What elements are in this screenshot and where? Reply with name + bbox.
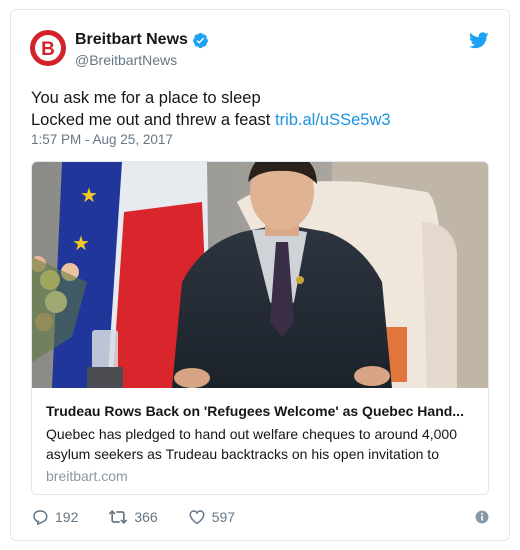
retweet-button[interactable]: 366 xyxy=(108,508,158,526)
like-count: 597 xyxy=(211,509,236,525)
svg-text:★: ★ xyxy=(72,231,90,255)
tweet-link[interactable]: trib.al/uSSe5w3 xyxy=(275,111,391,129)
tweet-line-1: You ask me for a place to sleep xyxy=(31,89,261,107)
tweet-embed: B Breitbart News @BreitbartNews You ask … xyxy=(10,9,510,541)
like-button[interactable]: 597 xyxy=(188,508,235,526)
author-name-row[interactable]: Breitbart News xyxy=(75,31,209,49)
twitter-bird-icon[interactable] xyxy=(469,32,489,54)
svg-text:★: ★ xyxy=(80,183,98,207)
action-bar: 192 366 597 xyxy=(31,508,265,526)
tweet-text: You ask me for a place to sleep Locked m… xyxy=(31,87,491,131)
like-icon xyxy=(189,510,205,525)
retweet-icon xyxy=(109,509,128,525)
reply-count: 192 xyxy=(55,509,79,525)
link-card[interactable]: ★ ★ Trudeau Rows Back on 'Refugees Welco… xyxy=(31,161,489,495)
retweet-count: 366 xyxy=(134,509,158,525)
handle[interactable]: @BreitbartNews xyxy=(75,52,177,68)
timestamp[interactable]: 1:57 PM - Aug 25, 2017 xyxy=(31,132,173,147)
verified-badge-icon xyxy=(192,32,209,49)
reply-button[interactable]: 192 xyxy=(31,508,78,526)
card-title[interactable]: Trudeau Rows Back on 'Refugees Welcome' … xyxy=(46,402,478,420)
tweet-line-2-text: Locked me out and threw a feast xyxy=(31,111,275,129)
display-name[interactable]: Breitbart News xyxy=(75,31,188,49)
info-icon[interactable] xyxy=(475,510,489,529)
avatar-letter: B xyxy=(41,39,55,60)
card-domain: breitbart.com xyxy=(46,468,128,484)
card-description: Quebec has pledged to hand out welfare c… xyxy=(46,426,457,462)
avatar[interactable]: B xyxy=(30,30,66,66)
card-body[interactable]: Trudeau Rows Back on 'Refugees Welcome' … xyxy=(46,402,478,484)
tweet-line-2: Locked me out and threw a feast trib.al/… xyxy=(31,109,491,131)
reply-icon xyxy=(33,510,48,526)
card-image[interactable]: ★ ★ xyxy=(32,162,488,388)
